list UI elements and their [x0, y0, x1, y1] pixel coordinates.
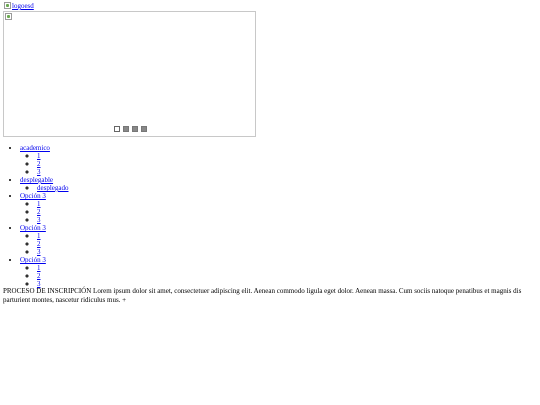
submenu-item: 3	[37, 168, 69, 176]
submenu-link[interactable]: 1	[37, 264, 41, 272]
menu-item-opcion-3: Opción 3 1 2 3	[20, 224, 69, 256]
slider-pager	[114, 126, 147, 132]
intro-text: PROCESO DE INSCRIPCIÓN Lorem ipsum dolor…	[3, 287, 522, 304]
menu-item-academico: academico 1 2 3	[20, 144, 69, 176]
submenu-item: 3	[37, 216, 69, 224]
submenu-link[interactable]: desplegado	[37, 184, 69, 192]
more-toggle[interactable]: +	[122, 296, 126, 304]
submenu-item: 3	[37, 248, 69, 256]
image-slider	[3, 11, 256, 137]
submenu-link[interactable]: 1	[37, 232, 41, 240]
submenu: 1 2 3	[20, 264, 69, 288]
menu-item-opcion-3: Opción 3 1 2 3	[20, 192, 69, 224]
menu-link-opcion-3[interactable]: Opción 3	[20, 192, 46, 200]
submenu-item: 1	[37, 152, 69, 160]
menu-link-opcion-3[interactable]: Opción 3	[20, 224, 46, 232]
submenu: 1 2 3	[20, 200, 69, 224]
submenu-item: 2	[37, 208, 69, 216]
menu-link-opcion-3[interactable]: Opción 3	[20, 256, 46, 264]
submenu: 1 2 3	[20, 152, 69, 176]
submenu-link[interactable]: 1	[37, 152, 41, 160]
logo-alt-text: logoesd	[12, 2, 34, 10]
submenu-item: 1	[37, 200, 69, 208]
submenu-link[interactable]: 2	[37, 208, 41, 216]
broken-image-icon	[4, 2, 11, 9]
slider-dot-3[interactable]	[132, 126, 138, 132]
submenu-link[interactable]: 1	[37, 200, 41, 208]
submenu-link[interactable]: 3	[37, 168, 41, 176]
slider-dot-4[interactable]	[141, 126, 147, 132]
submenu-link[interactable]: 2	[37, 240, 41, 248]
main-menu: academico 1 2 3 desplegable desplegado O…	[0, 144, 69, 288]
submenu-item: desplegado	[37, 184, 69, 192]
broken-image-icon	[5, 13, 12, 20]
submenu-item: 2	[37, 240, 69, 248]
menu-item-desplegable: desplegable desplegado	[20, 176, 69, 192]
submenu-link[interactable]: 2	[37, 160, 41, 168]
slider-dot-1[interactable]	[114, 126, 120, 132]
submenu-link[interactable]: 3	[37, 248, 41, 256]
slider-dot-2[interactable]	[123, 126, 129, 132]
submenu-item: 2	[37, 272, 69, 280]
menu-link-desplegable[interactable]: desplegable	[20, 176, 53, 184]
logo-link[interactable]: logoesd	[4, 2, 34, 10]
submenu-link[interactable]: 3	[37, 216, 41, 224]
menu-item-opcion-3: Opción 3 1 2 3	[20, 256, 69, 288]
submenu: 1 2 3	[20, 232, 69, 256]
submenu: desplegado	[20, 184, 69, 192]
menu-link-academico[interactable]: academico	[20, 144, 50, 152]
submenu-item: 2	[37, 160, 69, 168]
intro-paragraph: PROCESO DE INSCRIPCIÓN Lorem ipsum dolor…	[3, 287, 535, 305]
submenu-item: 1	[37, 232, 69, 240]
submenu-item: 1	[37, 264, 69, 272]
submenu-link[interactable]: 2	[37, 272, 41, 280]
